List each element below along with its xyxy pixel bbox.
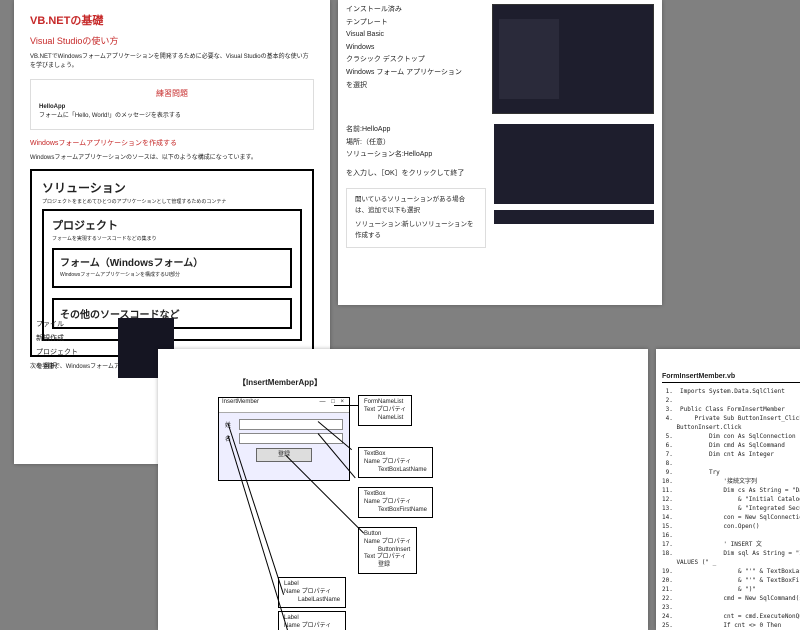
diagram-project-title: プロジェクト (52, 217, 292, 233)
name-label: 名前:HelloApp (346, 124, 486, 137)
diagram-solution-title: ソリューション (42, 179, 302, 196)
step: を選択 (346, 80, 484, 93)
callout-label-last: Label Name プロパティ LabelLastName (278, 577, 346, 608)
diagram-form-box: フォーム（Windowsフォーム） Windowsフォームアプリケーションを構成… (52, 248, 292, 288)
callout-textbox-first: TextBox Name プロパティ TextBoxFirstName (358, 487, 433, 518)
submit-text: を入力し、［OK］をクリックして終了 (346, 168, 486, 181)
step: インストール済み (346, 4, 484, 17)
doc-page-2: インストール済み テンプレート Visual Basic Windows クラシ… (338, 0, 662, 305)
form-titlebar: InsertMember — □ × (219, 398, 349, 413)
note-line: 開いているソリューションがある場合は、追加で以下も選択 (355, 195, 477, 216)
connector-line (334, 405, 358, 406)
menu-step: ファイル (36, 318, 78, 332)
input-firstname (239, 433, 343, 444)
menu-step: を選択 (36, 360, 78, 374)
diagram-form-title: フォーム（Windowsフォーム） (60, 254, 284, 269)
step: Windows (346, 42, 484, 55)
menu-step: 新規作成 (36, 332, 78, 346)
location-label: 場所:（任意） (346, 137, 486, 150)
callout-textbox-last: TextBox Name プロパティ TextBoxLastName (358, 447, 433, 478)
practice-box: 練習問題 HelloApp フォームに「Hello, World!」のメッセージ… (30, 79, 314, 130)
practice-task: フォームに「Hello, World!」のメッセージを表示する (39, 112, 305, 121)
step: テンプレート (346, 17, 484, 30)
button-insert: 登録 (256, 448, 312, 462)
callout-button: Button Name プロパティ ButtonInsert Text プロパテ… (358, 527, 417, 574)
code-filename: FormInsertMember.vb (662, 373, 800, 383)
lead-text: VB.NETでWindowsフォームアプリケーションを開発するために必要な、Vi… (30, 53, 314, 71)
doc-page-3: 【InsertMemberApp】 InsertMember — □ × 姓 名… (158, 349, 648, 630)
practice-heading: 練習問題 (39, 88, 305, 99)
callout-form: FormNameList Text プロパティ NameList (358, 395, 412, 426)
app-name: 【InsertMemberApp】 (238, 377, 628, 388)
menu-step: プロジェクト (36, 346, 78, 360)
step: Windows フォーム アプリケーション (346, 67, 484, 80)
step: Visual Basic (346, 29, 484, 42)
section-create-desc: Windowsフォームアプリケーションのソースは、以下のような構成になっています… (30, 154, 314, 163)
note-box: 開いているソリューションがある場合は、追加で以下も選択 ソリューション:新しいソ… (346, 188, 486, 248)
dialog-thumbnail-1 (492, 4, 654, 114)
template-steps: インストール済み テンプレート Visual Basic Windows クラシ… (346, 4, 484, 120)
section-create-heading: Windowsフォームアプリケーションを作成する (30, 138, 314, 148)
menu-steps: ファイル 新規作成 プロジェクト を選択 (36, 318, 78, 374)
form-title: InsertMember (222, 399, 259, 411)
note-line: ソリューション:新しいソリューションを作成する (355, 220, 477, 241)
dialog-thumbnail-2 (494, 124, 654, 204)
doc-page-4: FormInsertMember.vb 1. Imports System.Da… (656, 349, 800, 630)
page-title: VB.NETの基礎 (30, 12, 314, 28)
diagram-project-desc: フォームを実現するソースコードなどの集まり (52, 235, 292, 242)
callout-label-first: Label Name プロパティ LabelFirstName (278, 611, 346, 630)
code-block: 1. Imports System.Data.SqlClient 2. 3. P… (656, 387, 800, 630)
diagram-form-desc: Windowsフォームアプリケーションを構成するUI部分 (60, 271, 284, 278)
diagram-solution-desc: プロジェクトをまとめてひとつのアプリケーションとして管理するためのコンテナ (42, 198, 302, 205)
page-subtitle: Visual Studioの使い方 (30, 34, 314, 47)
practice-app: HelloApp (39, 103, 305, 112)
dialog-thumbnail-3 (494, 210, 654, 224)
step: クラシック デスクトップ (346, 54, 484, 67)
solname-label: ソリューション名:HelloApp (346, 149, 486, 162)
